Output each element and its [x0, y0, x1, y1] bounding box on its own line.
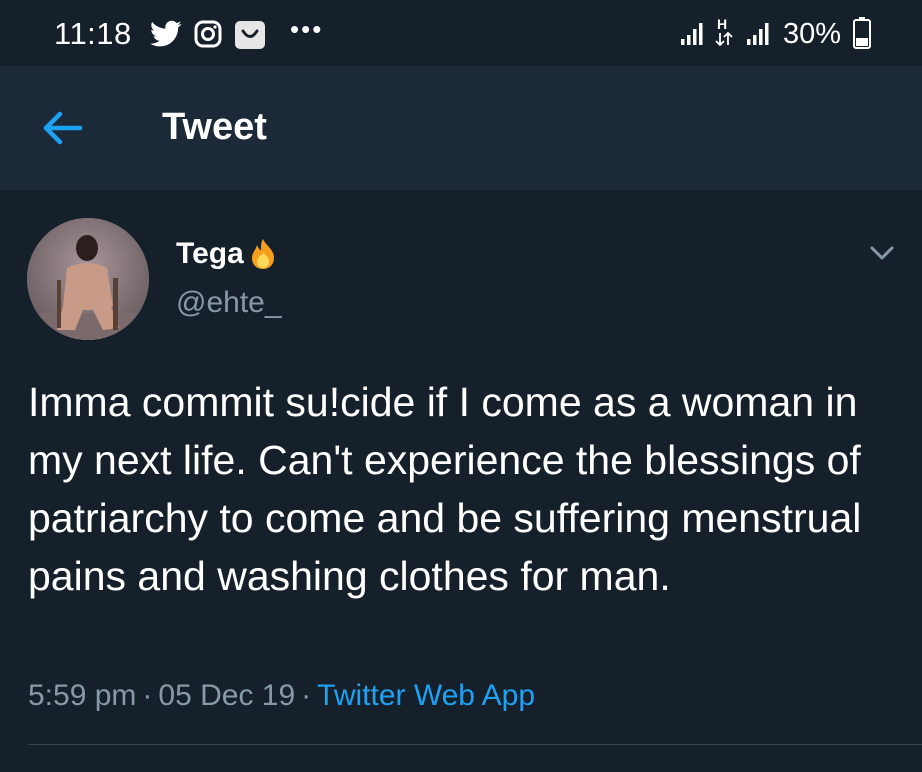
chevron-down-icon: [870, 246, 894, 260]
battery-percent: 30%: [783, 18, 842, 50]
meta-separator: ·: [142, 679, 153, 712]
battery-icon: [853, 17, 871, 49]
shop-bag-icon: [235, 21, 265, 49]
network-type-label: H: [717, 16, 728, 32]
meta-separator: ·: [301, 679, 312, 712]
tweet-time: 5:59 pm: [28, 679, 137, 712]
tweet-date: 05 Dec 19: [158, 679, 296, 712]
more-notifications-icon: •••: [290, 14, 324, 44]
signal-icon: [747, 23, 769, 45]
tweet-text: Imma commit su!cide if I come as a woman…: [28, 379, 862, 599]
data-arrows-icon: H: [712, 16, 736, 48]
back-button[interactable]: [38, 106, 86, 150]
fire-icon: [251, 239, 274, 269]
avatar[interactable]: [27, 218, 149, 340]
tweet-menu-button[interactable]: [866, 241, 898, 265]
author-name-row[interactable]: Tega: [176, 236, 280, 272]
divider: [28, 744, 922, 745]
status-time: 11:18: [54, 16, 132, 51]
app-header: Tweet: [0, 66, 922, 190]
arrow-left-icon: [43, 111, 83, 145]
tweet-metadata: 5:59 pm · 05 Dec 19 · Twitter Web App: [28, 679, 535, 713]
tweet-source-link[interactable]: Twitter Web App: [317, 679, 535, 712]
tweet-detail-screen: 11:18 ••• H 30% Tweet Tega @ehte_ Imma c…: [0, 0, 922, 772]
author-display-name[interactable]: Tega: [176, 237, 244, 271]
page-title: Tweet: [162, 106, 267, 148]
twitter-icon: [150, 20, 182, 47]
instagram-icon: [194, 20, 222, 48]
signal-icon: [681, 23, 703, 45]
status-bar: 11:18 ••• H 30%: [0, 0, 922, 66]
author-handle[interactable]: @ehte_: [176, 286, 282, 320]
avatar-photo: [27, 218, 149, 340]
